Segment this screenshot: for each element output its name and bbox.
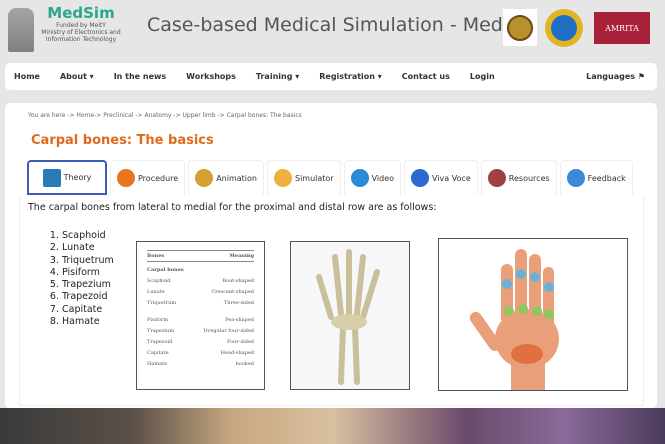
table-cell: Irregular four-sided	[203, 328, 254, 334]
bone-list-item: Pisiform	[62, 267, 114, 279]
tab-label: Simulator	[295, 173, 334, 183]
tab-viva-voce[interactable]: Viva Voce	[404, 160, 478, 195]
nav-login[interactable]: Login	[470, 72, 495, 81]
feedback-icon	[566, 169, 585, 187]
table-row: Triquetrum Three-sided	[147, 300, 254, 306]
bone-list-item: Trapezoid	[62, 291, 114, 303]
languages-menu[interactable]: Languages ⚑	[586, 72, 645, 81]
tab-video[interactable]: Video	[343, 160, 402, 195]
table-row: Bones Meaning	[147, 250, 254, 262]
brand-name: MedSim	[47, 4, 115, 22]
table-row: Hamate hooked	[147, 361, 254, 367]
table-cell: Scaphoid	[147, 278, 171, 284]
tab-label: Procedure	[138, 173, 179, 183]
intro-text: The carpal bones from lateral to medial …	[28, 202, 437, 213]
book-icon	[42, 168, 61, 187]
table-cell: Trapezium	[147, 328, 175, 334]
partner-badge-logo	[545, 9, 583, 47]
tab-resources[interactable]: Resources	[480, 160, 557, 195]
national-emblem-logo	[8, 8, 34, 52]
table-cell: Boat-shaped	[222, 278, 255, 284]
bone-list: ScaphoidLunateTriquetrumPisiformTrapeziu…	[46, 230, 114, 328]
nav-home[interactable]: Home	[14, 72, 40, 81]
table-cell: Capitate	[147, 350, 169, 356]
table-cell: Pea-shaped	[225, 317, 254, 323]
books-icon	[487, 169, 506, 187]
tab-label: Video	[371, 173, 395, 183]
table-row: Capitate Head-shaped	[147, 350, 254, 356]
table-cell: Triquetrum	[147, 300, 177, 306]
bone-list-item: Capitate	[62, 304, 114, 316]
tab-animation[interactable]: Animation	[188, 160, 264, 195]
tab-label: Theory	[63, 173, 92, 182]
breadcrumb: You are here -> Home-> Preclinical -> An…	[28, 112, 302, 119]
bones-meaning-table-image: Bones Meaning Carpal bones Scaphoid Boat-sha…	[136, 241, 265, 390]
bone-list-item: Triquetrum	[62, 255, 114, 267]
content-card: You are here -> Home-> Preclinical -> An…	[5, 103, 657, 408]
site-header: MedSim Funded by MeitY Ministry of Elect…	[0, 0, 665, 60]
table-cell: Crescent-shaped	[211, 289, 254, 295]
partner-seal-logo	[503, 9, 537, 46]
tab-label: Resources	[508, 173, 550, 183]
simulator-icon	[274, 169, 292, 187]
tab-simulator[interactable]: Simulator	[267, 160, 341, 195]
wrist-skeleton-image	[290, 241, 410, 390]
nav-in-the-news[interactable]: In the news	[114, 72, 166, 81]
tab-label: Viva Voce	[432, 173, 471, 183]
tab-label: Animation	[216, 173, 257, 183]
camera-icon	[350, 169, 369, 187]
refresh-icon	[117, 169, 135, 187]
site-title: Case-based Medical Simulation - MedSIM	[147, 14, 537, 36]
nav-registration[interactable]: Registration ▾	[319, 72, 382, 81]
palette-icon	[195, 169, 214, 187]
table-row: Trapezium Irregular four-sided	[147, 328, 254, 334]
amrita-logo: AMRITA	[594, 12, 650, 44]
tab-theory[interactable]: Theory	[27, 160, 107, 195]
table-row: Trapezoid Four-sided	[147, 339, 254, 345]
table-section: Carpal bones	[147, 267, 184, 273]
table-row: Lunate Crescent-shaped	[147, 289, 254, 295]
page-title: Carpal bones: The basics	[31, 133, 214, 148]
hand-arthritis-diagram	[438, 238, 628, 391]
nav-workshops[interactable]: Workshops	[186, 72, 236, 81]
nav-about[interactable]: About ▾	[60, 72, 94, 81]
medsim-brand[interactable]: MedSim Funded by MeitY Ministry of Elect…	[36, 4, 126, 43]
bone-list-item: Scaphoid	[62, 230, 114, 242]
ministry-text: Ministry of Electronics and Information …	[41, 29, 121, 43]
table-cell: Head-shaped	[220, 350, 254, 356]
bone-list-item: Trapezium	[62, 279, 114, 291]
table-cell: Lunate	[147, 289, 165, 295]
table-cell: Hamate	[147, 361, 168, 367]
table-cell: Trapezoid	[147, 339, 173, 345]
theory-content: The carpal bones from lateral to medial …	[19, 196, 644, 406]
bone-list-item: Lunate	[62, 242, 114, 254]
nav-contact-us[interactable]: Contact us	[402, 72, 450, 81]
tab-bar: Theory Procedure Animation Simulator Video Vi…	[27, 160, 633, 195]
tab-procedure[interactable]: Procedure	[110, 160, 186, 195]
table-cell: Three-sided	[223, 300, 254, 306]
table-cell: Pisiform	[147, 317, 169, 323]
question-icon	[411, 169, 430, 187]
tab-label: Feedback	[587, 173, 626, 183]
bone-list-item: Hamate	[62, 316, 114, 328]
main-nav: Home About ▾ In the news Workshops Train…	[5, 63, 657, 90]
background-photo	[0, 408, 665, 444]
table-cell: hooked	[235, 361, 254, 367]
table-cell: Meaning	[229, 253, 254, 259]
table-cell: Bones	[147, 253, 165, 259]
table-row: Pisiform Pea-shaped	[147, 317, 254, 323]
tab-feedback[interactable]: Feedback	[559, 160, 633, 195]
table-row: Scaphoid Boat-shaped	[147, 278, 254, 284]
table-cell: Four-sided	[226, 339, 254, 345]
nav-training[interactable]: Training ▾	[256, 72, 299, 81]
funded-by: Funded by MeitY	[56, 22, 106, 29]
